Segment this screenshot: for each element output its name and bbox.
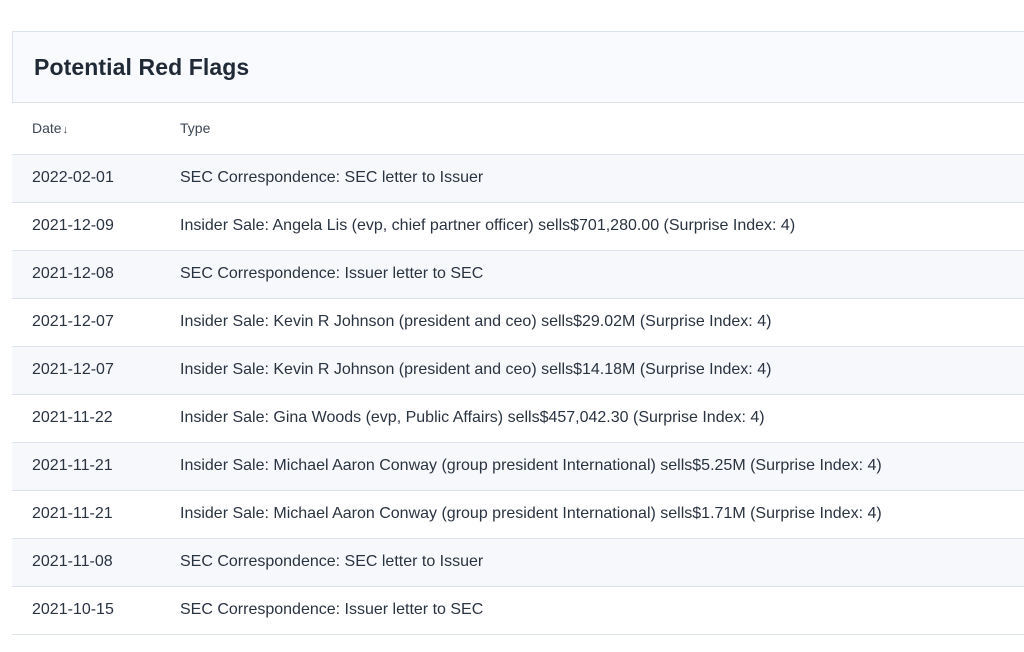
table-row[interactable]: 2021-11-08 SEC Correspondence: SEC lette… bbox=[12, 538, 1024, 587]
table-row[interactable]: 2021-10-15 SEC Correspondence: Issuer le… bbox=[12, 586, 1024, 635]
panel-title: Potential Red Flags bbox=[34, 53, 250, 80]
table-row[interactable]: 2022-02-01 SEC Correspondence: SEC lette… bbox=[12, 154, 1024, 203]
type-cell: SEC Correspondence: SEC letter to Issuer bbox=[160, 154, 1024, 203]
column-header-date[interactable]: Date↓ bbox=[12, 103, 160, 155]
type-cell: SEC Correspondence: Issuer letter to SEC bbox=[160, 250, 1024, 299]
date-cell: 2021-11-22 bbox=[12, 394, 160, 443]
date-cell: 2021-10-15 bbox=[12, 586, 160, 635]
date-cell: 2021-11-21 bbox=[12, 442, 160, 491]
table-row[interactable]: 2021-12-07 Insider Sale: Kevin R Johnson… bbox=[12, 298, 1024, 347]
date-cell: 2021-12-07 bbox=[12, 298, 160, 347]
panel-header: Potential Red Flags bbox=[12, 31, 1024, 103]
date-cell: 2021-11-08 bbox=[12, 538, 160, 587]
arrow-down-icon: ↓ bbox=[62, 124, 69, 137]
red-flags-table: Date↓ Type 2022-02-01 SEC Correspondence… bbox=[12, 103, 1024, 635]
table-row[interactable]: 2021-12-09 Insider Sale: Angela Lis (evp… bbox=[12, 202, 1024, 251]
column-header-type[interactable]: Type bbox=[160, 103, 1024, 155]
red-flags-panel: Potential Red Flags Date↓ Type 2022-02-0… bbox=[12, 31, 1024, 635]
type-cell: Insider Sale: Michael Aaron Conway (grou… bbox=[160, 490, 1024, 539]
type-cell: Insider Sale: Gina Woods (evp, Public Af… bbox=[160, 394, 1024, 443]
type-cell: Insider Sale: Michael Aaron Conway (grou… bbox=[160, 442, 1024, 491]
table-row[interactable]: 2021-12-07 Insider Sale: Kevin R Johnson… bbox=[12, 346, 1024, 395]
date-cell: 2021-11-21 bbox=[12, 490, 160, 539]
date-cell: 2022-02-01 bbox=[12, 154, 160, 203]
type-cell: Insider Sale: Kevin R Johnson (president… bbox=[160, 298, 1024, 347]
table-row[interactable]: 2021-11-21 Insider Sale: Michael Aaron C… bbox=[12, 490, 1024, 539]
type-cell: SEC Correspondence: Issuer letter to SEC bbox=[160, 586, 1024, 635]
type-cell: SEC Correspondence: SEC letter to Issuer bbox=[160, 538, 1024, 587]
date-cell: 2021-12-07 bbox=[12, 346, 160, 395]
table-row[interactable]: 2021-12-08 SEC Correspondence: Issuer le… bbox=[12, 250, 1024, 299]
column-header-type-label: Type bbox=[180, 120, 211, 137]
type-cell: Insider Sale: Kevin R Johnson (president… bbox=[160, 346, 1024, 395]
date-cell: 2021-12-09 bbox=[12, 202, 160, 251]
table-header-row: Date↓ Type bbox=[12, 103, 1024, 155]
column-header-date-label: Date bbox=[32, 120, 62, 137]
date-cell: 2021-12-08 bbox=[12, 250, 160, 299]
table-row[interactable]: 2021-11-21 Insider Sale: Michael Aaron C… bbox=[12, 442, 1024, 491]
type-cell: Insider Sale: Angela Lis (evp, chief par… bbox=[160, 202, 1024, 251]
table-row[interactable]: 2021-11-22 Insider Sale: Gina Woods (evp… bbox=[12, 394, 1024, 443]
